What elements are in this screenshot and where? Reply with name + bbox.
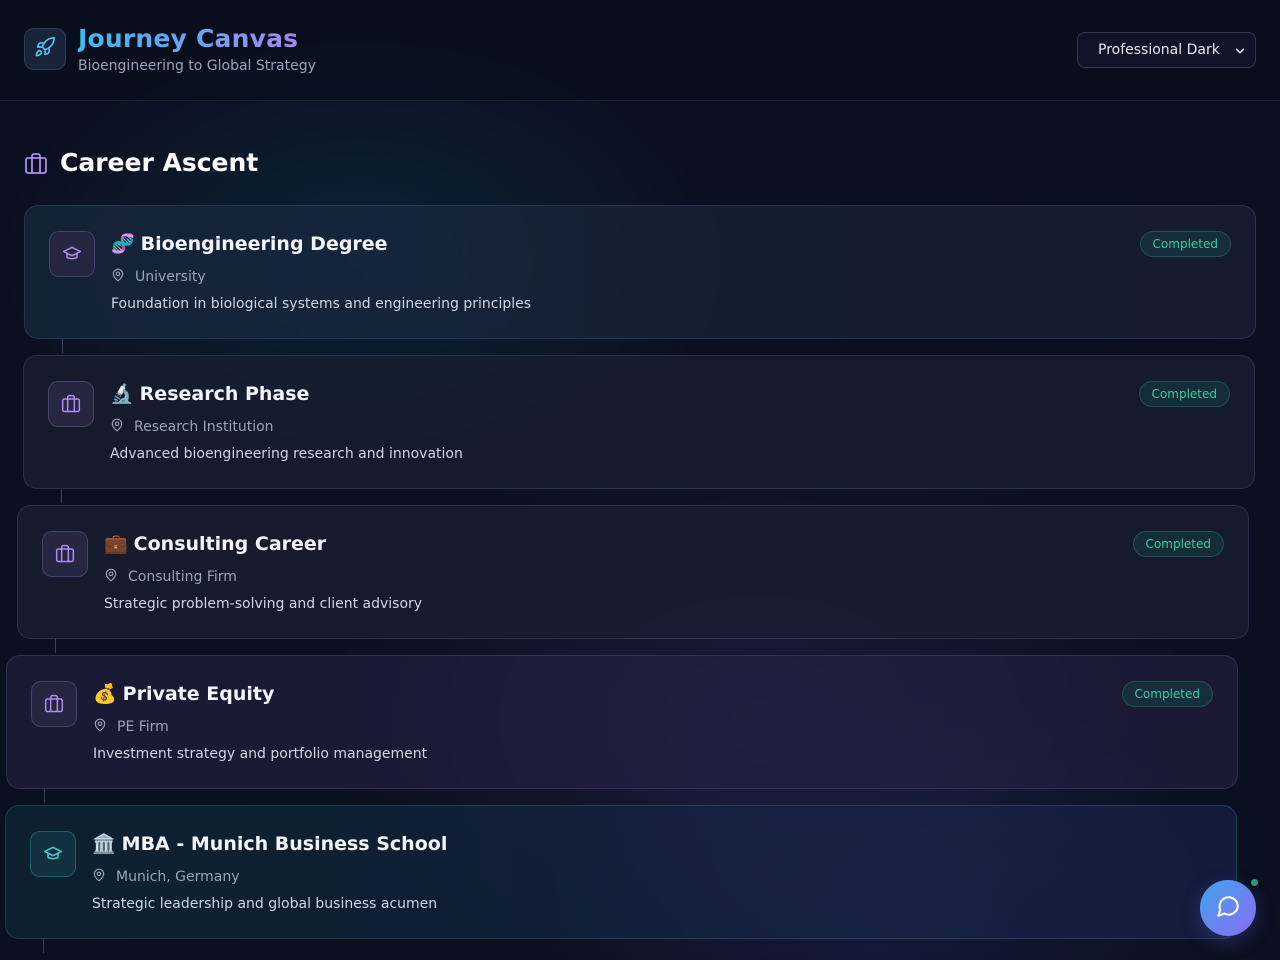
timeline-connector — [55, 639, 56, 653]
app-subtitle: Bioengineering to Global Strategy — [78, 58, 316, 74]
online-status-dot — [1249, 877, 1260, 888]
theme-select[interactable]: Professional Dark — [1077, 32, 1256, 68]
timeline-connector — [43, 939, 44, 953]
milestone-location-text: PE Firm — [117, 719, 169, 735]
milestone-location: Research Institution — [110, 417, 274, 437]
milestone-emoji: 🧬 — [111, 233, 135, 255]
milestone-title-text: Research Phase — [139, 383, 310, 405]
milestone-card[interactable]: 🧬 Bioengineering Degree University Founda… — [24, 205, 1256, 339]
milestone-emoji: 💼 — [104, 533, 128, 555]
milestone-title-text: Consulting Career — [133, 533, 327, 555]
milestone-description: Strategic leadership and global business… — [92, 896, 438, 912]
milestone-description: Foundation in biological systems and eng… — [111, 296, 532, 312]
section-title: Career Ascent — [60, 148, 259, 177]
map-pin-icon — [111, 267, 125, 287]
briefcase-icon — [48, 381, 94, 427]
graduation-cap-icon — [30, 831, 76, 877]
milestone-title-text: Bioengineering Degree — [140, 233, 388, 255]
milestone-emoji: 💰 — [93, 683, 117, 705]
timeline-connector — [44, 789, 45, 803]
milestone-location-text: Research Institution — [134, 419, 274, 435]
milestone-description: Advanced bioengineering research and inn… — [110, 446, 463, 462]
milestone-title: 💰 Private Equity — [93, 682, 274, 705]
timeline-connector — [62, 339, 63, 353]
app-header: Journey Canvas Bioengineering to Global … — [0, 0, 1280, 101]
milestone-location: Consulting Firm — [104, 567, 237, 587]
graduation-cap-icon — [49, 231, 95, 277]
milestone-title: 💼 Consulting Career — [104, 532, 326, 555]
map-pin-icon — [104, 567, 118, 587]
milestone-title-text: MBA - Munich Business School — [121, 833, 448, 855]
milestone-title: 🧬 Bioengineering Degree — [111, 232, 388, 255]
milestone-card[interactable]: 🏛️ MBA - Munich Business School Munich, G… — [5, 805, 1237, 939]
chat-bubble-icon — [1215, 893, 1241, 923]
status-badge: Completed — [1121, 681, 1213, 707]
timeline-connector — [61, 489, 62, 503]
map-pin-icon — [93, 717, 107, 737]
briefcase-icon — [42, 531, 88, 577]
milestone-location: Munich, Germany — [92, 867, 240, 887]
milestone-location-text: University — [135, 269, 206, 285]
status-badge: Completed — [1132, 531, 1224, 557]
milestone-description: Investment strategy and portfolio manage… — [93, 746, 428, 762]
status-badge: Completed — [1139, 231, 1231, 257]
milestone-location: PE Firm — [93, 717, 169, 737]
briefcase-icon — [24, 153, 48, 179]
milestone-card[interactable]: 💼 Consulting Career Consulting Firm Strat… — [17, 505, 1249, 639]
rocket-icon — [34, 36, 56, 62]
milestone-title-text: Private Equity — [122, 683, 275, 705]
logo — [24, 28, 66, 70]
milestone-location-text: Consulting Firm — [128, 569, 237, 585]
milestone-title: 🔬 Research Phase — [110, 382, 309, 405]
theme-select-value: Professional Dark — [1098, 42, 1220, 58]
milestone-card[interactable]: 🔬 Research Phase Research Institution Adv… — [23, 355, 1255, 489]
milestone-card[interactable]: 💰 Private Equity PE Firm Investment strat… — [6, 655, 1238, 789]
status-badge: Completed — [1138, 381, 1230, 407]
milestone-location-text: Munich, Germany — [116, 869, 240, 885]
chevron-down-icon — [1233, 44, 1247, 62]
milestone-description: Strategic problem-solving and client adv… — [104, 596, 423, 612]
milestone-emoji: 🔬 — [110, 383, 134, 405]
app-title: Journey Canvas — [78, 24, 299, 53]
map-pin-icon — [110, 417, 124, 437]
chat-button[interactable] — [1200, 880, 1256, 936]
map-pin-icon — [92, 867, 106, 887]
milestone-location: University — [111, 267, 206, 287]
milestone-emoji: 🏛️ — [92, 833, 116, 855]
briefcase-icon — [31, 681, 77, 727]
milestone-title: 🏛️ MBA - Munich Business School — [92, 832, 447, 855]
